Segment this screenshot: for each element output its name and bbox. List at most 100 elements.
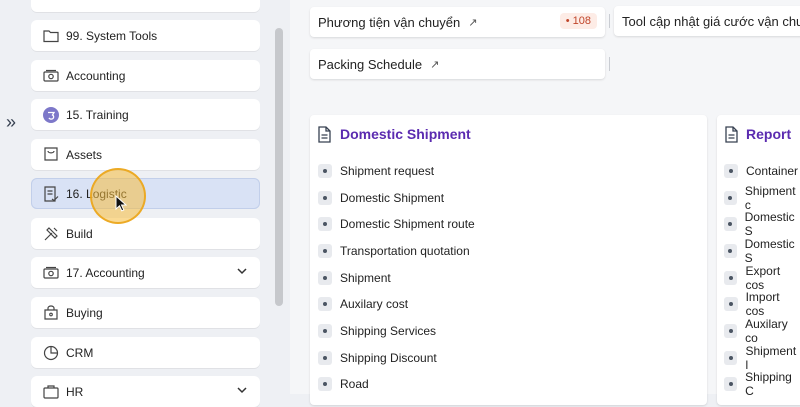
- bullet-icon: [318, 191, 332, 205]
- external-link-icon: ↗: [430, 58, 440, 71]
- sidebar-item-hr[interactable]: HR: [31, 376, 260, 407]
- list-item[interactable]: Shipping Discount: [318, 349, 437, 367]
- document-icon: [317, 126, 332, 148]
- bullet-icon: [318, 324, 332, 338]
- list-item-label: Auxilary cost: [340, 297, 409, 311]
- sidebar-item-accounting-17[interactable]: 17. Accounting: [31, 257, 260, 288]
- bullet-icon: [318, 297, 332, 311]
- bullet-icon: [724, 377, 738, 391]
- external-link-icon: ↗: [468, 16, 478, 29]
- sidebar-item-accounting[interactable]: Accounting: [31, 60, 260, 91]
- list-item-label: Shipping Discount: [340, 351, 437, 365]
- bullet-icon: [318, 164, 332, 178]
- bullet-icon: [318, 351, 332, 365]
- list-item-label: Auxilary co: [745, 317, 788, 345]
- panel-title: Domestic Shipment: [340, 126, 471, 142]
- count-badge: • 108: [559, 13, 597, 29]
- sidebar-item-label: 17. Accounting: [66, 265, 145, 280]
- shortcut-transport-vehicles[interactable]: Phương tiện vận chuyển ↗ • 108: [310, 7, 605, 37]
- panel-title: Report: [746, 126, 792, 142]
- sidebar-item-top-partial[interactable]: [31, 0, 260, 12]
- sidebar-item-buying[interactable]: Buying: [31, 297, 260, 328]
- list-item[interactable]: Shipping C: [724, 370, 800, 398]
- sidebar-scrollbar-thumb[interactable]: [275, 28, 283, 306]
- bullet-icon: [318, 271, 332, 285]
- list-item-label: Shipping Services: [340, 324, 437, 338]
- bullet-icon: [724, 191, 737, 205]
- chevron-down-icon[interactable]: [236, 384, 248, 399]
- list-item-label: Shipment c: [744, 184, 796, 212]
- list-item[interactable]: Shipment l: [724, 344, 800, 372]
- list-item[interactable]: Shipment c: [724, 184, 800, 212]
- list-item[interactable]: Domestic S: [724, 237, 800, 265]
- shortcut-freight-tool[interactable]: Tool cập nhật giá cước vận chuy: [614, 6, 800, 36]
- logistic-icon: [42, 185, 60, 203]
- bullet-icon: [318, 244, 332, 258]
- divider: [609, 14, 610, 28]
- accounting-icon: [42, 264, 60, 282]
- sidebar-item-label: Accounting: [66, 68, 126, 83]
- sidebar-item-label: Build: [66, 226, 93, 241]
- assets-icon: [42, 146, 60, 164]
- sidebar-item-label: 16. Logistic: [66, 186, 127, 201]
- list-item-label: Export cos: [745, 264, 781, 292]
- list-item-label: Road: [340, 377, 369, 391]
- shortcut-packing-schedule[interactable]: Packing Schedule ↗: [310, 49, 605, 79]
- list-item[interactable]: Export cos: [724, 264, 800, 292]
- sidebar-item-label: CRM: [66, 345, 94, 360]
- folder-icon: [42, 27, 60, 45]
- sidebar-item-system-tools[interactable]: 99. System Tools: [31, 20, 260, 51]
- sidebar-item-logistic[interactable]: 16. Logistic: [31, 178, 260, 209]
- list-item[interactable]: Domestic S: [724, 210, 800, 238]
- list-item[interactable]: Transportation quotation: [318, 242, 470, 260]
- list-item-label: Domestic Shipment: [340, 191, 445, 205]
- bullet-icon: [724, 271, 738, 285]
- bullet-icon: [724, 164, 738, 178]
- bullet-icon: [318, 377, 332, 391]
- sidebar-item-label: 15. Training: [66, 107, 129, 122]
- sidebar-item-training[interactable]: 15. Training: [31, 99, 260, 130]
- sidebar-item-build[interactable]: Build: [31, 218, 260, 249]
- hr-icon: [42, 383, 60, 401]
- sidebar-item-assets[interactable]: Assets: [31, 139, 260, 170]
- list-item-label: Container: [746, 164, 799, 178]
- list-item-label: Domestic Shipment route: [340, 217, 475, 231]
- list-item[interactable]: Shipping Services: [318, 322, 436, 340]
- bullet-icon: [724, 244, 737, 258]
- training-icon: [42, 106, 60, 124]
- list-item[interactable]: Shipment: [318, 269, 391, 287]
- shortcut-label: Tool cập nhật giá cước vận chuy: [622, 13, 800, 29]
- list-item-label: Domestic S: [744, 210, 795, 238]
- list-item[interactable]: Domestic Shipment route: [318, 215, 475, 233]
- shortcut-label: Phương tiện vận chuyển: [318, 14, 461, 30]
- chevron-down-icon[interactable]: [236, 265, 248, 280]
- list-item-label: Shipment: [340, 271, 391, 285]
- sidebar-item-label: Buying: [66, 305, 103, 320]
- bullet-icon: [724, 297, 738, 311]
- list-item-label: Import cos: [745, 290, 780, 318]
- list-item[interactable]: Domestic Shipment: [318, 189, 444, 207]
- collapse-sidebar-icon[interactable]: »: [2, 112, 20, 132]
- list-item[interactable]: Shipment request: [318, 162, 434, 180]
- bullet-icon: [724, 217, 737, 231]
- list-item-label: Transportation quotation: [340, 244, 470, 258]
- document-icon: [724, 126, 739, 148]
- list-item[interactable]: Container: [724, 162, 798, 180]
- sidebar-item-label: Assets: [66, 147, 103, 162]
- list-item[interactable]: Auxilary cost: [318, 295, 408, 313]
- sidebar-item-label: 99. System Tools: [66, 28, 158, 43]
- list-item[interactable]: Import cos: [724, 290, 800, 318]
- list-item[interactable]: Auxilary co: [724, 317, 800, 345]
- list-item-label: Shipment request: [340, 164, 435, 178]
- build-icon: [42, 225, 60, 243]
- bullet-icon: [724, 351, 738, 365]
- list-item-label: Shipment l: [745, 344, 797, 372]
- list-item-label: Domestic S: [744, 237, 795, 265]
- sidebar-item-crm[interactable]: CRM: [31, 337, 260, 368]
- accounting-icon: [42, 67, 60, 85]
- crm-icon: [42, 344, 60, 362]
- sidebar-item-label: HR: [66, 384, 84, 399]
- list-item[interactable]: Road: [318, 375, 369, 393]
- bullet-icon: [318, 217, 332, 231]
- shortcut-label: Packing Schedule: [318, 56, 423, 72]
